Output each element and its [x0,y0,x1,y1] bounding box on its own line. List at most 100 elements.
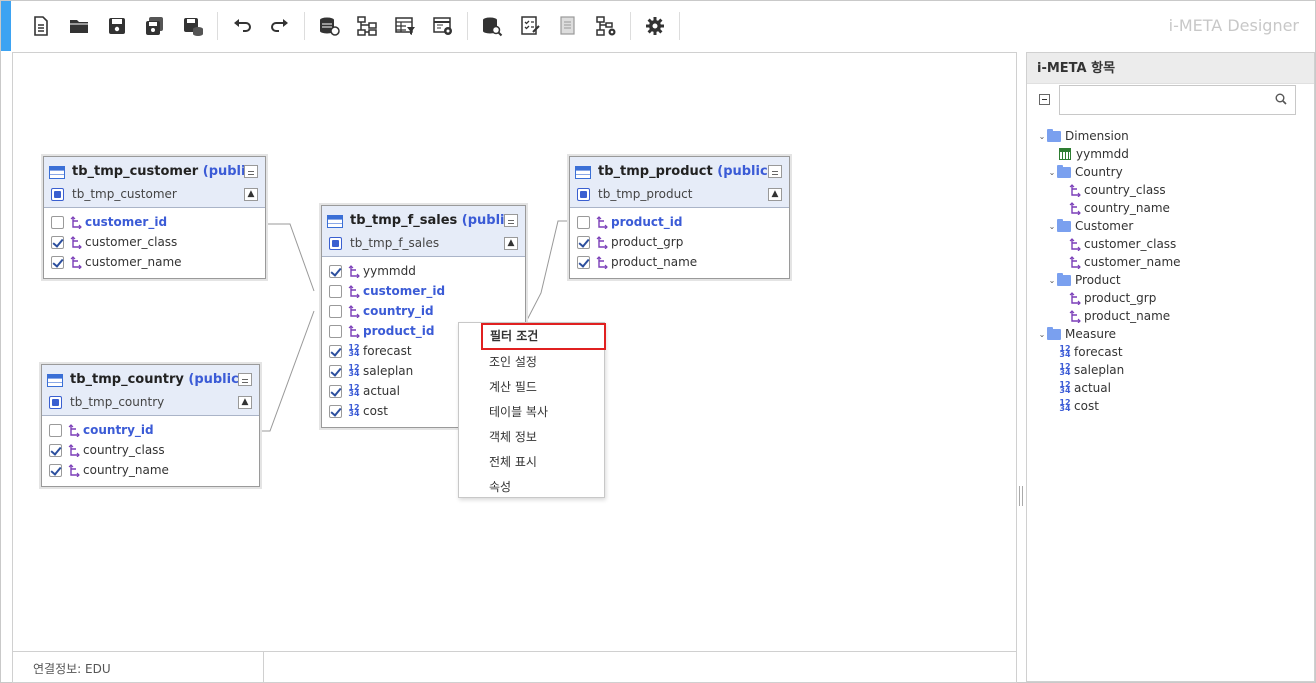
field-row[interactable]: yymmdd [322,261,525,281]
table-filter-icon[interactable] [391,12,419,40]
tree-node-product-name[interactable]: product_name [1037,307,1307,325]
tree-node-dimension[interactable]: ⌄ Dimension [1037,127,1307,145]
field-checkbox[interactable] [49,463,62,477]
tree-node-forecast[interactable]: 12 34 forecast [1037,343,1307,361]
save-database-icon[interactable] [179,12,207,40]
tree-node-country-class[interactable]: country_class [1037,181,1307,199]
field-row[interactable]: customer_id [44,212,265,232]
menu-item-calculated-field[interactable]: 계산 필드 [459,375,604,400]
field-checkbox[interactable] [329,304,342,318]
tree-node-saleplan[interactable]: 12 34 saleplan [1037,361,1307,379]
save-icon[interactable] [103,12,131,40]
field-row[interactable]: product_name [570,252,789,272]
field-checkbox[interactable] [577,235,590,249]
collapse-icon[interactable]: ▲ [238,396,252,409]
tree-settings-icon[interactable] [592,12,620,40]
field-row[interactable]: product_id [570,212,789,232]
chevron-down-icon[interactable]: ⌄ [1037,132,1047,141]
tree-node-country[interactable]: ⌄ Country [1037,163,1307,181]
table-settings-icon[interactable] [429,12,457,40]
field-row[interactable]: customer_class [44,232,265,252]
chevron-down-icon[interactable]: ⌄ [1047,222,1057,231]
collapse-icon[interactable]: ▲ [768,188,782,201]
tree-structure-icon[interactable] [353,12,381,40]
checklist-icon[interactable] [516,12,544,40]
document-icon[interactable] [554,12,582,40]
menu-item-show-all[interactable]: 전체 표시 [459,450,604,475]
field-row[interactable]: customer_name [44,252,265,272]
select-all-checkbox[interactable] [577,188,590,201]
field-name: product_id [363,324,435,338]
database-search-icon[interactable] [478,12,506,40]
tree-node-yymmdd[interactable]: yymmdd [1037,145,1307,163]
field-row[interactable]: country_name [42,460,259,480]
menu-item-copy-table[interactable]: 테이블 복사 [459,400,604,425]
redo-icon[interactable] [266,12,294,40]
tree-node-country-name[interactable]: country_name [1037,199,1307,217]
collapse-icon[interactable]: ▲ [244,188,258,201]
field-checkbox[interactable] [51,235,64,249]
field-checkbox[interactable] [329,284,342,298]
menu-item-object-info[interactable]: 객체 정보 [459,425,604,450]
field-checkbox[interactable] [329,344,342,358]
field-checkbox[interactable] [577,215,590,229]
field-checkbox[interactable] [51,215,64,229]
menu-item-filter-condition[interactable]: 필터 조건 [481,323,606,350]
field-checkbox[interactable] [577,255,590,269]
collapse-icon[interactable]: ▲ [504,237,518,250]
field-checkbox[interactable] [49,443,62,457]
new-document-icon[interactable] [27,12,55,40]
field-row[interactable]: country_id [42,420,259,440]
tree-node-customer-name[interactable]: customer_name [1037,253,1307,271]
app-brand: i-META Designer [1168,16,1299,35]
table-header[interactable]: tb_tmp_product (public) tb_tmp_product ▲ [570,157,789,208]
chevron-down-icon[interactable]: ⌄ [1047,168,1057,177]
table-header[interactable]: tb_tmp_country (public) tb_tmp_country ▲ [42,365,259,416]
table-menu-icon[interactable] [504,214,518,227]
field-row[interactable]: product_grp [570,232,789,252]
tree-node-product[interactable]: ⌄ Product [1037,271,1307,289]
tree-node-actual[interactable]: 12 34 actual [1037,379,1307,397]
open-folder-icon[interactable] [65,12,93,40]
tree-node-cost[interactable]: 12 34 cost [1037,397,1307,415]
table-menu-icon[interactable] [768,165,782,178]
select-all-checkbox[interactable] [49,396,62,409]
search-icon[interactable] [1275,93,1287,105]
field-checkbox[interactable] [329,384,342,398]
table-menu-icon[interactable] [244,165,258,178]
field-checkbox[interactable] [329,404,342,418]
save-all-icon[interactable] [141,12,169,40]
search-box[interactable] [1059,85,1296,115]
field-checkbox[interactable] [49,423,62,437]
database-link-icon[interactable] [315,12,343,40]
field-name: cost [363,404,388,418]
panel-splitter-handle[interactable] [1019,486,1023,506]
field-row[interactable]: country_class [42,440,259,460]
tree-node-customer[interactable]: ⌄ Customer [1037,217,1307,235]
table-card-customer[interactable]: tb_tmp_customer (public) tb_tmp_customer… [43,156,266,279]
chevron-down-icon[interactable]: ⌄ [1037,330,1047,339]
tree-node-customer-class[interactable]: customer_class [1037,235,1307,253]
field-row[interactable]: country_id [322,301,525,321]
field-checkbox[interactable] [51,255,64,269]
table-menu-icon[interactable] [238,373,252,386]
table-card-country[interactable]: tb_tmp_country (public) tb_tmp_country ▲… [41,364,260,487]
gear-icon[interactable] [641,12,669,40]
table-header[interactable]: tb_tmp_f_sales (public) tb_tmp_f_sales ▲ [322,206,525,257]
collapse-all-icon[interactable] [1039,94,1050,105]
select-all-checkbox[interactable] [51,188,64,201]
field-row[interactable]: customer_id [322,281,525,301]
field-checkbox[interactable] [329,364,342,378]
field-checkbox[interactable] [329,324,342,338]
menu-item-properties[interactable]: 속성 [459,475,604,500]
undo-icon[interactable] [228,12,256,40]
chevron-down-icon[interactable]: ⌄ [1047,276,1057,285]
tree-node-measure[interactable]: ⌄ Measure [1037,325,1307,343]
select-all-checkbox[interactable] [329,237,342,250]
table-header[interactable]: tb_tmp_customer (public) tb_tmp_customer… [44,157,265,208]
menu-item-join-settings[interactable]: 조인 설정 [459,350,604,375]
table-card-product[interactable]: tb_tmp_product (public) tb_tmp_product ▲… [569,156,790,279]
tree-node-product-grp[interactable]: product_grp [1037,289,1307,307]
field-checkbox[interactable] [329,264,342,278]
search-input[interactable] [1064,87,1264,113]
